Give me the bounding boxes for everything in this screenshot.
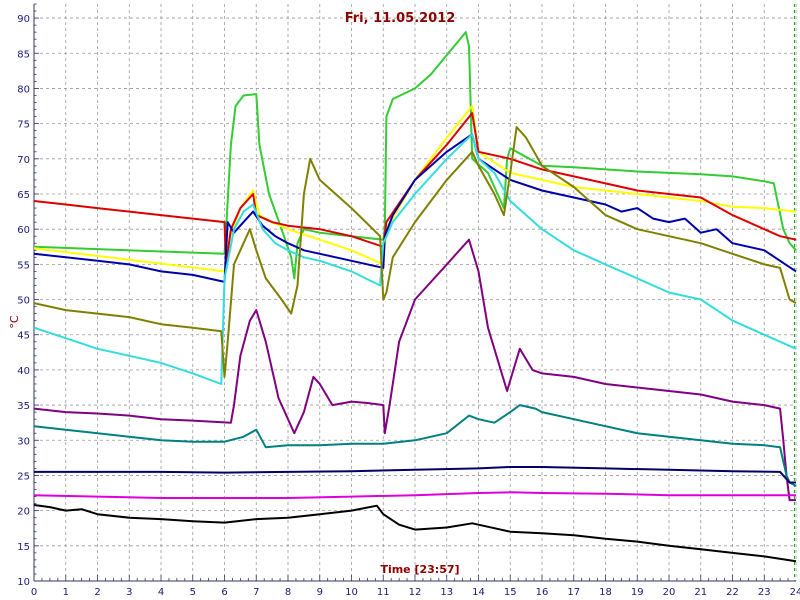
x-tick-label: 16 — [536, 587, 549, 598]
y-tick-label: 25 — [17, 471, 30, 482]
x-tick-label: 2 — [94, 587, 100, 598]
x-tick-label: 8 — [285, 587, 291, 598]
y-tick-label: 50 — [17, 296, 30, 307]
y-tick-label: 35 — [17, 401, 30, 412]
x-tick-label: 17 — [567, 587, 580, 598]
y-tick-label: 55 — [17, 260, 30, 271]
y-tick-label: 20 — [17, 507, 30, 518]
x-tick-label: 4 — [158, 587, 164, 598]
temperature-chart: 10 15 20 25 30 35 40 45 50 55 60 65 70 75 80 85 90 01234… — [0, 0, 800, 600]
x-tick-label: 3 — [126, 587, 132, 598]
y-tick-labels: 10 15 20 25 30 35 40 45 50 55 60 65 70 75 80 85 90 — [17, 14, 30, 588]
y-tick-label: 60 — [17, 225, 30, 236]
x-tick-label: 22 — [726, 587, 739, 598]
x-tick-label: 0 — [31, 587, 37, 598]
y-tick-label: 40 — [17, 366, 30, 377]
chart-canvas: 1015202530354045505560657075808590 01234… — [8, 3, 800, 598]
y-tick-label: 70 — [17, 155, 30, 166]
x-tick-label: 13 — [440, 587, 453, 598]
x-tick-label: 18 — [599, 587, 612, 598]
x-tick-label: 19 — [631, 587, 644, 598]
x-axis-label: Time [23:57] — [380, 563, 459, 576]
x-tick-label: 7 — [253, 587, 259, 598]
x-tick-label: 21 — [694, 587, 707, 598]
x-tick-label: 24 — [790, 587, 800, 598]
x-tick-labels: 0 1 2 3 4 5 6 7 8 9 10 11 12 13 14 15 16 17 18 19 20 21 22 23 24 — [31, 587, 800, 598]
x-tick-label: 20 — [663, 587, 676, 598]
y-tick-label: 80 — [17, 84, 30, 95]
x-tick-label: 11 — [377, 587, 390, 598]
x-tick-label: 14 — [472, 587, 485, 598]
y-tick-label: 10 — [17, 577, 30, 588]
y-tick-label: 75 — [17, 120, 30, 131]
x-tick-label: 12 — [409, 587, 422, 598]
series-lines — [33, 31, 797, 563]
y-tick-label: 45 — [17, 331, 30, 342]
x-tick-label: 6 — [221, 587, 227, 598]
y-tick-label: 65 — [17, 190, 30, 201]
chart-title: Fri, 11.05.2012 — [345, 11, 456, 26]
y-tick-label: 90 — [17, 14, 30, 25]
x-tick-label: 5 — [190, 587, 196, 598]
y-tick-label: 85 — [17, 49, 30, 60]
y-axis-label: °C — [8, 315, 21, 329]
x-tick-label: 23 — [758, 587, 771, 598]
y-tick-label: 15 — [17, 542, 30, 553]
x-tick-label: 9 — [317, 587, 323, 598]
x-tick-label: 10 — [345, 587, 358, 598]
y-tick-label: 30 — [17, 436, 30, 447]
x-tick-label: 1 — [63, 587, 69, 598]
series-line-3 — [33, 112, 797, 266]
x-tick-label: 15 — [504, 587, 517, 598]
